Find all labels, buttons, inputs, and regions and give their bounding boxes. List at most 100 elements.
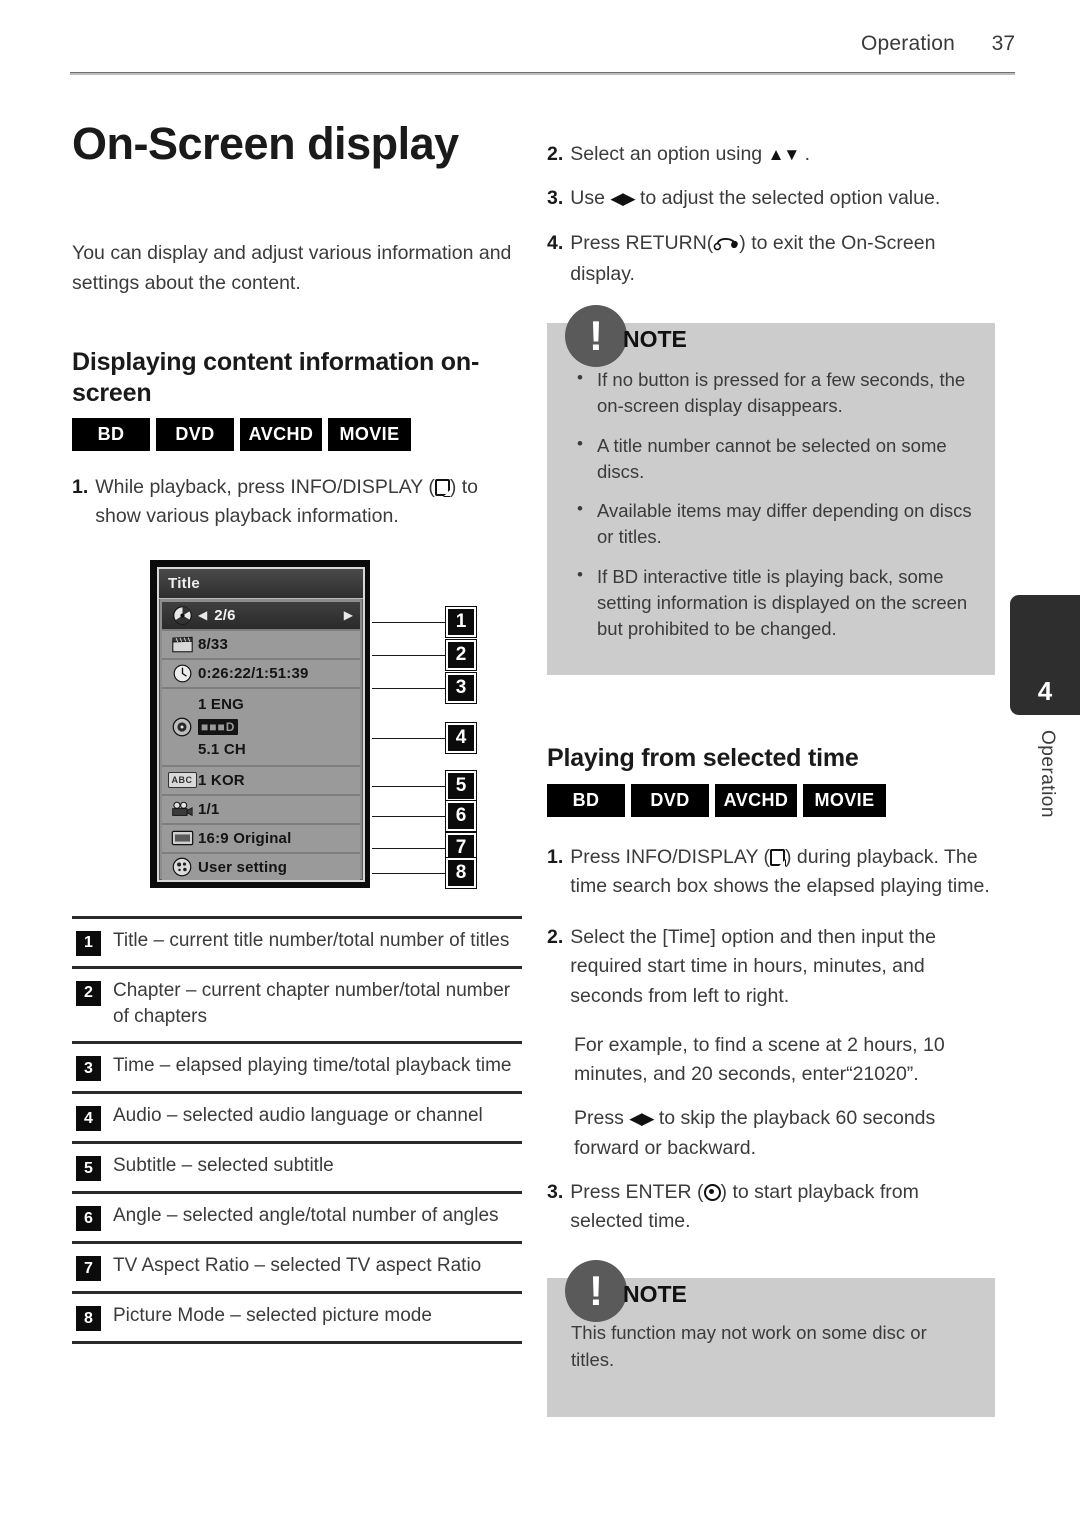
osd-callout-1: 1 xyxy=(446,606,476,637)
step-item: 1. While playback, press INFO/DISPLAY ()… xyxy=(72,473,522,532)
step-number: 3. xyxy=(547,1180,564,1203)
note-label: NOTE xyxy=(623,1280,687,1307)
osd-row-subtitle: ABC 1 KOR xyxy=(162,766,360,796)
note-text: This function may not work on some disc … xyxy=(571,1322,927,1370)
chapter-side-tab: 4 xyxy=(1010,595,1080,715)
note-header: ! NOTE xyxy=(565,1260,687,1323)
osd-arrow-left-icon: ◀ xyxy=(198,608,208,622)
page-title: On-Screen display xyxy=(72,118,459,169)
step-number: 1. xyxy=(547,845,564,868)
disc-icon xyxy=(166,605,198,625)
left-column: On-Screen display You can display and ad… xyxy=(72,118,522,1345)
osd-callout-8: 8 xyxy=(446,857,476,888)
legend-number: 6 xyxy=(76,1206,101,1232)
osd-value-angle: 1/1 xyxy=(198,800,220,818)
legend-row: 4 Audio – selected audio language or cha… xyxy=(72,1094,522,1145)
header-divider xyxy=(70,72,1015,75)
step-number: 2. xyxy=(547,143,564,165)
badge-bd: BD xyxy=(547,783,625,817)
badge-movie: MOVIE xyxy=(328,418,411,451)
osd-value-aspect: 16:9 Original xyxy=(198,829,292,847)
step-text-part-b: to adjust the selected option value. xyxy=(634,187,941,210)
exclamation-icon: ! xyxy=(565,305,627,367)
step-item: 3. Press ENTER () to start playback from… xyxy=(547,1178,995,1237)
subtitle-abc-icon: ABC xyxy=(166,772,198,788)
leader-line xyxy=(372,815,446,817)
legend-row: 8 Picture Mode – selected picture mode xyxy=(72,1294,522,1345)
step-text-part-a: Press RETURN( xyxy=(570,231,714,254)
legend-number: 1 xyxy=(76,930,101,956)
chapter-side-label: Operation xyxy=(1037,730,1058,818)
info-display-icon xyxy=(434,479,451,497)
step-text-part-a: Use xyxy=(570,187,611,210)
step-text-part-a: Select an option using xyxy=(570,143,768,165)
osd-callout-5: 5 xyxy=(446,770,476,801)
step-text: Select an option using ▲▼ . xyxy=(570,140,995,169)
media-badges-1: BD DVD AVCHD MOVIE xyxy=(72,418,522,451)
step-text-part-a: Press INFO/DISPLAY ( xyxy=(570,845,771,868)
audio-icon xyxy=(166,689,198,765)
header-section-label: Operation xyxy=(860,32,955,55)
step-text: Press ENTER () to start playback from se… xyxy=(570,1178,995,1237)
step-number: 2. xyxy=(547,926,564,949)
up-down-arrows-icon: ▲▼ xyxy=(767,145,801,164)
tv-aspect-icon xyxy=(166,830,198,846)
legend-row: 3 Time – elapsed playing time/total play… xyxy=(72,1044,522,1095)
step-item: 2. Select an option using ▲▼ . xyxy=(547,140,995,169)
step-item: 1. Press INFO/DISPLAY () during playback… xyxy=(547,843,995,902)
picture-mode-icon xyxy=(166,857,198,877)
legend-number: 4 xyxy=(76,1106,101,1132)
clock-icon xyxy=(166,664,198,683)
badge-bd: BD xyxy=(72,418,150,451)
intro-paragraph: You can display and adjust various infor… xyxy=(72,242,512,294)
osd-callout-2: 2 xyxy=(446,639,476,670)
note-item: A title number cannot be selected on som… xyxy=(571,432,975,486)
legend-number: 8 xyxy=(76,1306,101,1332)
badge-avchd: AVCHD xyxy=(240,418,322,451)
legend-text: Title – current title number/total numbe… xyxy=(113,929,510,951)
note-box-1: ! NOTE If no button is pressed for a few… xyxy=(547,305,995,676)
note-item: If BD interactive title is playing back,… xyxy=(571,563,975,643)
osd-window-title: Title xyxy=(159,568,363,599)
osd-value-subtitle: 1 KOR xyxy=(198,771,245,789)
left-right-arrows-icon: ◀▶ xyxy=(610,189,635,209)
osd-row-audio: 1 ENG ■■■D 5.1 CH xyxy=(162,688,360,767)
note-label: NOTE xyxy=(623,325,687,352)
osd-figure: Title ◀ 2/6 ▶ 8/33 0:26:22/1:51:39 1 ENG… xyxy=(150,559,480,890)
dolby-digital-logo: ■■■D xyxy=(198,718,246,736)
legend-text: Picture Mode – selected picture mode xyxy=(113,1305,432,1327)
step-text-part-a: Press ENTER ( xyxy=(570,1180,704,1203)
page-header: Operation 37 xyxy=(70,32,1015,56)
badge-dvd: DVD xyxy=(631,783,709,817)
osd-value-picture-mode: User setting xyxy=(198,858,288,876)
step-number: 1. xyxy=(72,476,89,498)
osd-screenshot: Title ◀ 2/6 ▶ 8/33 0:26:22/1:51:39 1 ENG… xyxy=(150,559,370,888)
step-text-part-b: . xyxy=(799,143,811,165)
osd-callout-4: 4 xyxy=(446,722,476,753)
badge-avchd: AVCHD xyxy=(715,783,797,817)
legend-text: Angle – selected angle/total number of a… xyxy=(113,1205,499,1227)
leader-line xyxy=(372,737,446,739)
page-number: 37 xyxy=(991,32,1015,55)
step-text: Use ◀▶ to adjust the selected option val… xyxy=(570,184,995,213)
osd-row-picture-mode: User setting xyxy=(162,853,360,880)
steps-displaying-content: 1. While playback, press INFO/DISPLAY ()… xyxy=(72,473,522,532)
step-item: 2. Select the [Time] option and then inp… xyxy=(547,923,995,1011)
media-badges-2: BD DVD AVCHD MOVIE xyxy=(547,783,995,817)
leader-line xyxy=(372,621,446,623)
right-column: 2. Select an option using ▲▼ . 3. Use ◀▶… xyxy=(547,140,995,1417)
left-right-arrows-icon: ◀▶ xyxy=(629,1109,654,1129)
osd-callout-3: 3 xyxy=(446,672,476,703)
osd-value-chapter: 8/33 xyxy=(198,635,228,653)
step-item: 4. Press RETURN() to exit the On-Screen … xyxy=(547,229,995,290)
return-icon xyxy=(713,231,739,260)
step-item: 3. Use ◀▶ to adjust the selected option … xyxy=(547,184,995,213)
enter-icon xyxy=(703,1183,721,1201)
note-header: ! NOTE xyxy=(565,305,687,367)
step-skip-text: Press ◀▶ to skip the playback 60 seconds… xyxy=(574,1104,995,1163)
step-number: 4. xyxy=(547,231,564,254)
leader-line xyxy=(372,785,446,787)
osd-legend-table: 1 Title – current title number/total num… xyxy=(72,915,522,1345)
info-display-icon xyxy=(770,848,786,867)
step-text: Select the [Time] option and then input … xyxy=(570,926,936,1007)
